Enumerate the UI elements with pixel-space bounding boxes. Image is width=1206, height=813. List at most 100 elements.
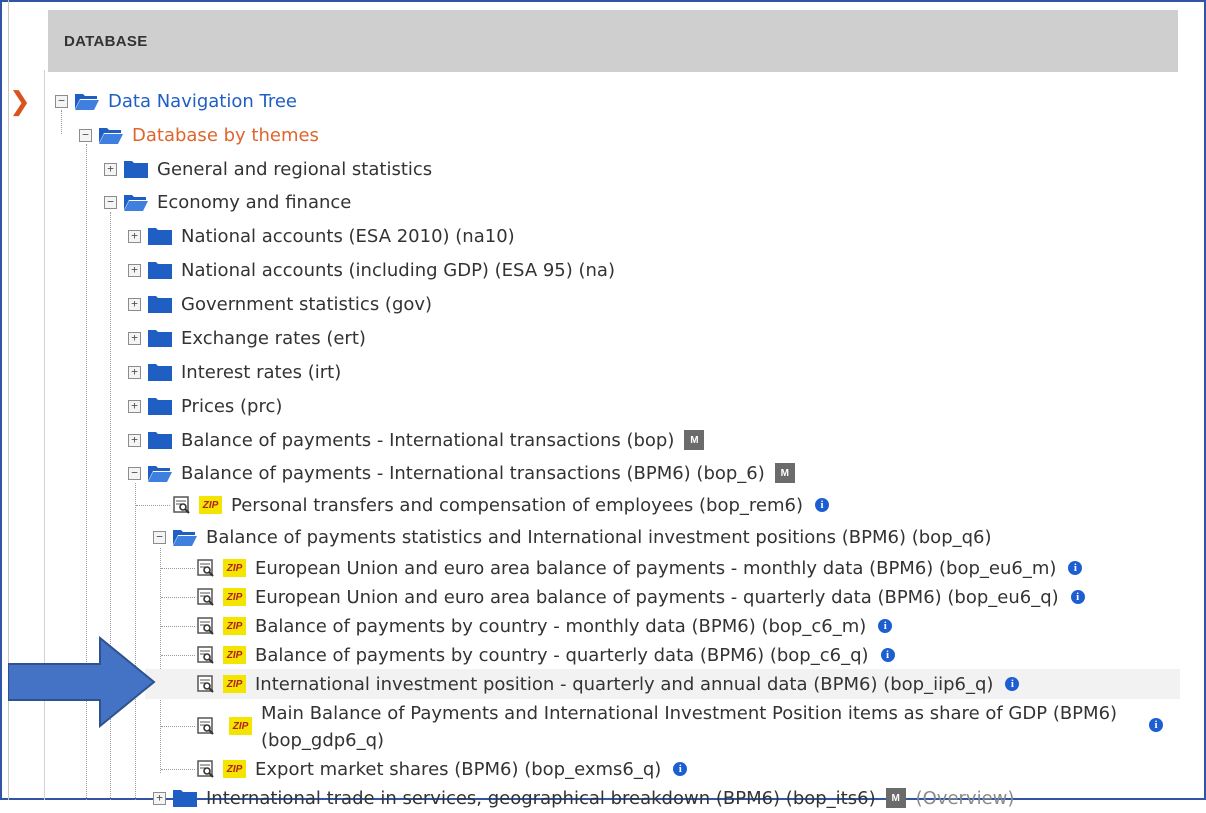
tree-node-na[interactable]: + National accounts (including GDP) (ESA… — [128, 255, 615, 285]
tree-node-label[interactable]: Prices (prc) — [181, 396, 282, 417]
tree-node-irt[interactable]: + Interest rates (irt) — [128, 357, 341, 387]
info-icon[interactable]: i — [1068, 561, 1083, 575]
database-header: DATABASE — [48, 10, 1178, 72]
tree-connector — [161, 726, 195, 728]
zip-download-icon[interactable]: ZIP — [223, 617, 246, 635]
expand-toggle[interactable]: + — [128, 365, 141, 379]
dataset-bop-eu6-m[interactable]: ZIP European Union and euro area balance… — [197, 553, 1083, 583]
dataset-bop-iip6-q[interactable]: ZIP International investment position - … — [197, 669, 1020, 699]
header-title: DATABASE — [64, 32, 148, 50]
tree-node-label[interactable]: National accounts (ESA 2010) (na10) — [181, 226, 515, 247]
open-folder-icon — [173, 530, 197, 546]
metadata-icon[interactable]: M — [774, 463, 795, 483]
folder-icon — [148, 330, 172, 347]
zip-download-icon[interactable]: ZIP — [229, 717, 252, 735]
annotation-arrow-icon — [8, 636, 156, 728]
zip-download-icon[interactable]: ZIP — [223, 588, 246, 606]
expand-toggle[interactable]: + — [104, 162, 117, 176]
dataset-bop-rem6[interactable]: ZIP Personal transfers and compensation … — [173, 490, 829, 520]
info-icon[interactable]: i — [878, 619, 893, 633]
info-icon[interactable]: i — [1005, 677, 1020, 691]
expand-toggle[interactable]: + — [128, 399, 141, 413]
collapse-toggle[interactable]: − — [104, 195, 117, 209]
dataset-label[interactable]: International investment position - quar… — [255, 674, 993, 695]
dataset-bop-c6-q[interactable]: ZIP Balance of payments by country - qua… — [197, 640, 895, 670]
tree-node-label[interactable]: Balance of payments statistics and Inter… — [206, 527, 992, 548]
collapse-toggle[interactable]: − — [79, 128, 92, 142]
metadata-icon[interactable]: M — [885, 788, 906, 808]
metadata-icon[interactable]: M — [684, 430, 705, 450]
zip-download-icon[interactable]: ZIP — [199, 496, 222, 514]
expand-toggle[interactable]: + — [128, 297, 141, 311]
tree-node-label[interactable]: Balance of payments - International tran… — [181, 463, 765, 484]
tree-node-na10[interactable]: + National accounts (ESA 2010) (na10) — [128, 221, 515, 251]
tree-connector — [161, 597, 195, 599]
tree-node-bop[interactable]: + Balance of payments - International tr… — [128, 425, 705, 455]
table-view-icon[interactable] — [197, 559, 215, 577]
tree-node-economy[interactable]: − Economy and finance — [104, 187, 351, 217]
dataset-bop-c6-m[interactable]: ZIP Balance of payments by country - mon… — [197, 611, 893, 641]
dataset-bop-eu6-q[interactable]: ZIP European Union and euro area balance… — [197, 582, 1085, 612]
tree-connector — [161, 626, 195, 628]
dataset-label[interactable]: European Union and euro area balance of … — [255, 558, 1056, 579]
tree-node-bop6[interactable]: − Balance of payments - International tr… — [128, 458, 795, 488]
chevron-right-icon[interactable]: ❯ — [9, 87, 31, 117]
zip-download-icon[interactable]: ZIP — [223, 646, 246, 664]
tree-node-label[interactable]: International trade in services, geograp… — [206, 788, 876, 809]
tree-node-bop-its6[interactable]: + International trade in services, geogr… — [153, 783, 1014, 813]
tree-node-general[interactable]: + General and regional statistics — [104, 154, 432, 184]
collapse-toggle[interactable]: − — [55, 94, 68, 108]
tree-node-ert[interactable]: + Exchange rates (ert) — [128, 323, 366, 353]
dataset-bop-exms6-q[interactable]: ZIP Export market shares (BPM6) (bop_exm… — [197, 754, 688, 784]
tree-node-root[interactable]: − Data Navigation Tree — [55, 86, 297, 116]
tree-node-label[interactable]: Economy and finance — [157, 192, 351, 213]
table-view-icon[interactable] — [197, 717, 215, 735]
table-view-icon[interactable] — [197, 760, 215, 778]
tree-node-label[interactable]: Database by themes — [132, 125, 319, 146]
table-view-icon[interactable] — [197, 675, 215, 693]
table-view-icon[interactable] — [197, 617, 215, 635]
info-icon[interactable]: i — [673, 762, 688, 776]
info-icon[interactable]: i — [1149, 718, 1163, 732]
tree-node-label[interactable]: General and regional statistics — [157, 159, 432, 180]
info-icon[interactable]: i — [814, 498, 829, 512]
dataset-label-code[interactable]: (bop_gdp6_q) — [261, 727, 1117, 754]
table-view-icon[interactable] — [197, 646, 215, 664]
tree-node-gov[interactable]: + Government statistics (gov) — [128, 289, 432, 319]
open-folder-icon — [124, 195, 148, 211]
table-view-icon[interactable] — [173, 496, 191, 514]
tree-node-label[interactable]: Exchange rates (ert) — [181, 328, 366, 349]
tree-node-prc[interactable]: + Prices (prc) — [128, 391, 282, 421]
dataset-bop-gdp6-q[interactable]: ZIP Main Balance of Payments and Interna… — [197, 700, 1182, 754]
tree-connector — [136, 505, 170, 507]
tree-node-label[interactable]: Balance of payments - International tran… — [181, 430, 674, 451]
zip-download-icon[interactable]: ZIP — [223, 675, 246, 693]
collapse-toggle[interactable]: − — [153, 530, 166, 544]
tree-node-bop-q6[interactable]: − Balance of payments statistics and Int… — [153, 522, 992, 552]
dataset-label[interactable]: Balance of payments by country - quarter… — [255, 645, 869, 666]
tree-node-label[interactable]: Data Navigation Tree — [108, 91, 297, 112]
dataset-label[interactable]: European Union and euro area balance of … — [255, 587, 1059, 608]
dataset-label[interactable]: Balance of payments by country - monthly… — [255, 616, 866, 637]
tree-node-themes[interactable]: − Database by themes — [79, 120, 319, 150]
dataset-label[interactable]: Personal transfers and compensation of e… — [231, 495, 803, 516]
expand-toggle[interactable]: + — [128, 433, 141, 447]
zip-download-icon[interactable]: ZIP — [223, 559, 246, 577]
table-view-icon[interactable] — [197, 588, 215, 606]
expand-toggle[interactable]: + — [153, 791, 166, 805]
dataset-label[interactable]: Export market shares (BPM6) (bop_exms6_q… — [255, 759, 661, 780]
expand-toggle[interactable]: + — [128, 263, 141, 277]
zip-download-icon[interactable]: ZIP — [223, 760, 246, 778]
expand-toggle[interactable]: + — [128, 331, 141, 345]
open-folder-icon — [99, 128, 123, 144]
tree-node-label[interactable]: Government statistics (gov) — [181, 294, 432, 315]
folder-icon — [148, 296, 172, 313]
tree-node-label[interactable]: National accounts (including GDP) (ESA 9… — [181, 260, 615, 281]
collapse-toggle[interactable]: − — [128, 466, 141, 480]
tree-node-label[interactable]: Interest rates (irt) — [181, 362, 341, 383]
info-icon[interactable]: i — [880, 648, 895, 662]
info-icon[interactable]: i — [1070, 590, 1085, 604]
expand-toggle[interactable]: + — [128, 229, 141, 243]
overview-link[interactable]: (Overview) — [916, 788, 1015, 809]
dataset-label[interactable]: Main Balance of Payments and Internation… — [261, 700, 1117, 727]
